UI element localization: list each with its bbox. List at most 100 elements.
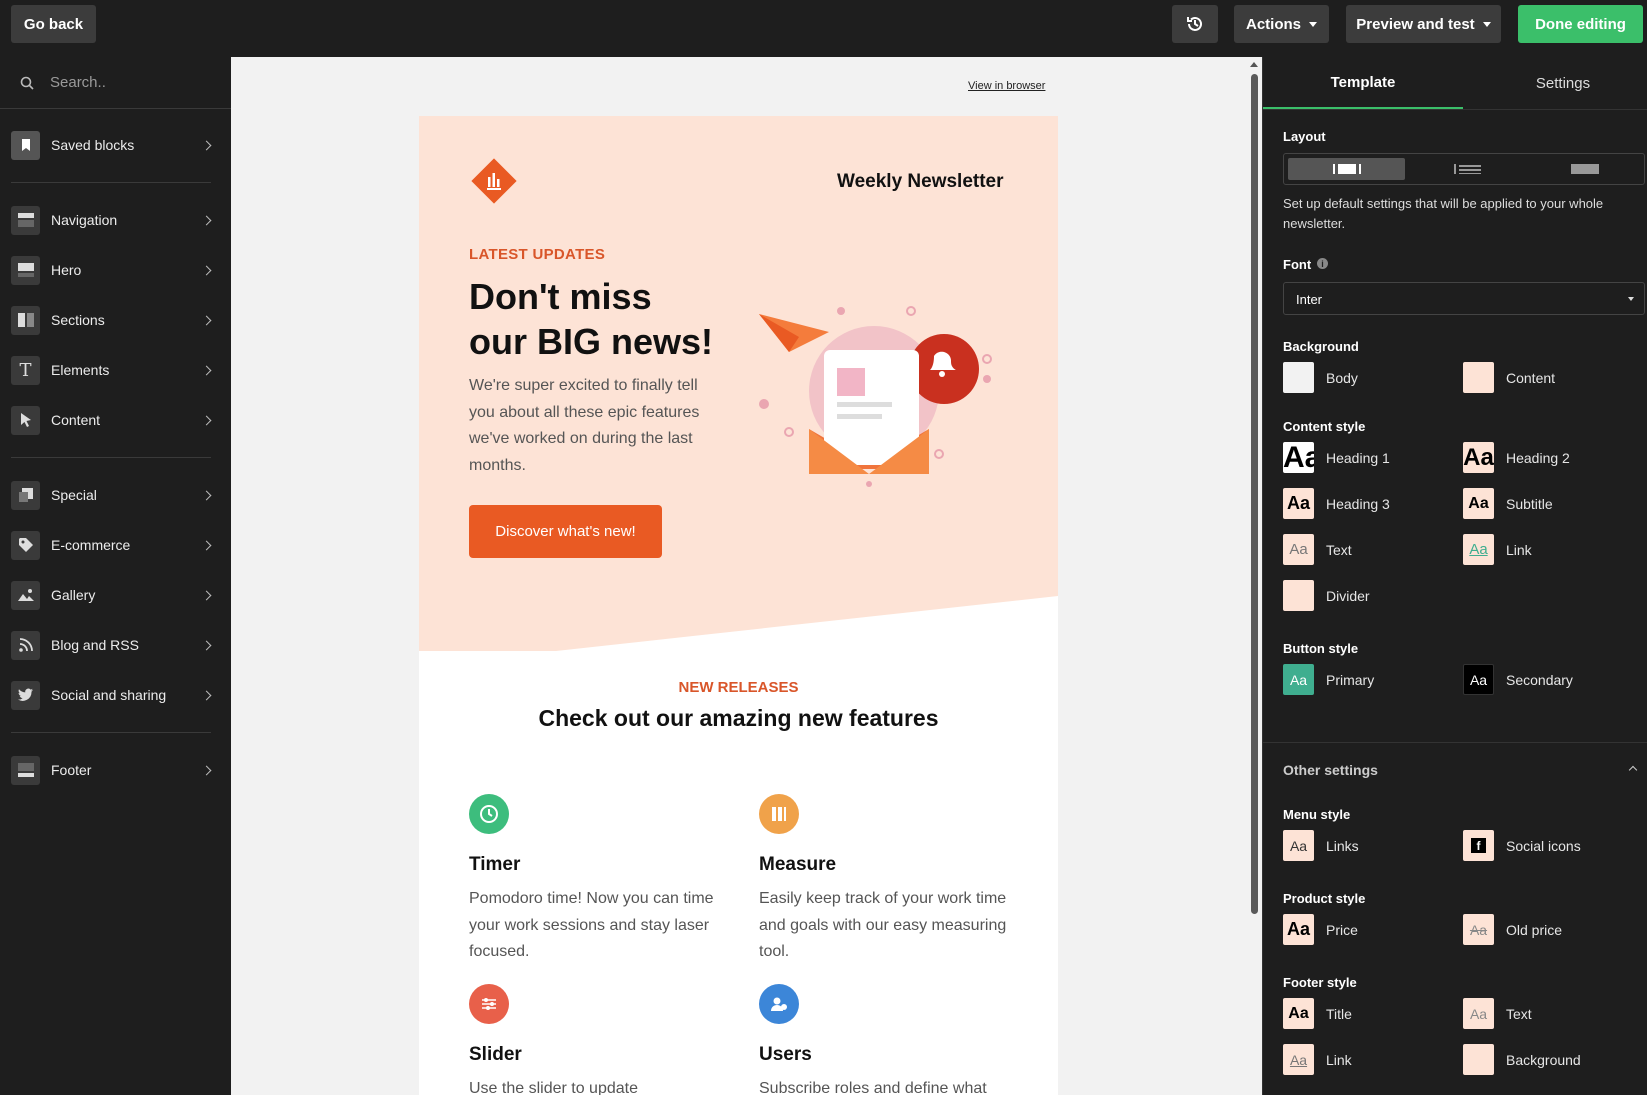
content-swatch[interactable] bbox=[1463, 362, 1494, 393]
other-settings-label: Other settings bbox=[1283, 762, 1378, 778]
sidebar-item-blog-and-rss[interactable]: Blog and RSS bbox=[0, 625, 231, 665]
footer-background-swatch[interactable] bbox=[1463, 1044, 1494, 1075]
twitter-icon bbox=[11, 680, 40, 710]
chevron-right-icon bbox=[201, 215, 212, 225]
layout-option-wide[interactable] bbox=[1409, 158, 1526, 180]
sidebar-item-navigation[interactable]: Navigation bbox=[0, 200, 231, 240]
sidebar-item-special[interactable]: Special bbox=[0, 475, 231, 515]
settings-description: Set up default settings that will be app… bbox=[1283, 196, 1604, 231]
actions-button[interactable]: Actions bbox=[1234, 5, 1329, 43]
hero-icon bbox=[11, 255, 40, 285]
sidebar-item-content[interactable]: Content bbox=[0, 400, 231, 440]
chevron-right-icon bbox=[201, 415, 212, 425]
preview-and-test-button[interactable]: Preview and test bbox=[1346, 5, 1501, 43]
menu-style-label: Menu style bbox=[1283, 807, 1351, 822]
footer-icon bbox=[11, 755, 40, 785]
footer-title-swatch[interactable]: Aa bbox=[1283, 998, 1314, 1029]
product-style-label: Product style bbox=[1283, 891, 1366, 906]
hero-headline: Don't miss our BIG news! bbox=[469, 274, 739, 364]
subtitle-swatch[interactable]: Aa bbox=[1463, 488, 1494, 519]
sidebar-item-e-commerce[interactable]: E-commerce bbox=[0, 525, 231, 565]
hero-section[interactable]: Weekly Newsletter LATEST UPDATES Don't m… bbox=[419, 116, 1058, 666]
tab-template[interactable]: Template bbox=[1263, 57, 1463, 109]
blocks-sidebar: Saved blocks Navigation Hero Sections T … bbox=[0, 57, 231, 1095]
social-icons-label: Social icons bbox=[1506, 838, 1581, 854]
sidebar-item-hero[interactable]: Hero bbox=[0, 250, 231, 290]
facebook-icon: f bbox=[1471, 838, 1486, 853]
other-settings-toggle[interactable]: Other settings bbox=[1263, 752, 1647, 788]
feature-title: Timer bbox=[469, 854, 521, 875]
sidebar-item-label: Elements bbox=[51, 362, 110, 378]
sidebar-item-label: Sections bbox=[51, 312, 105, 328]
rss-icon bbox=[11, 630, 40, 660]
sidebar-item-sections[interactable]: Sections bbox=[0, 300, 231, 340]
go-back-button[interactable]: Go back bbox=[11, 5, 96, 43]
footer-background-label: Background bbox=[1506, 1052, 1581, 1068]
chevron-right-icon bbox=[201, 140, 212, 150]
headline-line-2: our BIG news! bbox=[469, 321, 714, 362]
feature-title: Measure bbox=[759, 854, 837, 875]
secondary-button-swatch[interactable]: Aa bbox=[1463, 664, 1494, 695]
feature-title: Slider bbox=[469, 1044, 522, 1065]
menu-links-swatch[interactable]: Aa bbox=[1283, 830, 1314, 861]
social-icons-swatch[interactable]: f bbox=[1463, 830, 1494, 861]
heading-1-swatch[interactable]: Aa bbox=[1283, 442, 1314, 473]
sidebar-item-label: E-commerce bbox=[51, 537, 131, 553]
tab-settings[interactable]: Settings bbox=[1463, 57, 1647, 109]
layout-full-icon bbox=[1571, 164, 1599, 174]
canvas-scroll-thumb[interactable] bbox=[1251, 74, 1258, 914]
headline-line-1: Don't miss bbox=[469, 276, 652, 317]
chevron-right-icon bbox=[201, 365, 212, 375]
sidebar-item-gallery[interactable]: Gallery bbox=[0, 575, 231, 615]
sidebar-item-label: Content bbox=[51, 412, 101, 428]
background-label: Background bbox=[1283, 339, 1359, 354]
scroll-up-icon[interactable] bbox=[1250, 60, 1258, 68]
discover-button[interactable]: Discover what's new! bbox=[469, 505, 662, 558]
chevron-right-icon bbox=[201, 490, 212, 500]
old-price-label: Old price bbox=[1506, 922, 1563, 938]
email-preview[interactable]: Weekly Newsletter LATEST UPDATES Don't m… bbox=[419, 116, 1058, 1095]
footer-link-label: Link bbox=[1326, 1052, 1352, 1068]
layout-wide-icon bbox=[1454, 164, 1481, 174]
sidebar-item-social-and-sharing[interactable]: Social and sharing bbox=[0, 675, 231, 715]
link-swatch[interactable]: Aa bbox=[1463, 534, 1494, 565]
footer-text-swatch[interactable]: Aa bbox=[1463, 998, 1494, 1029]
body-swatch[interactable] bbox=[1283, 362, 1314, 393]
slider-icon bbox=[469, 984, 509, 1024]
heading-2-swatch[interactable]: Aa bbox=[1463, 442, 1494, 473]
tag-icon bbox=[11, 530, 40, 560]
search-input[interactable] bbox=[50, 74, 220, 91]
sidebar-item-footer[interactable]: Footer bbox=[0, 750, 231, 790]
primary-label: Primary bbox=[1326, 672, 1375, 688]
divider bbox=[11, 182, 211, 183]
secondary-label: Secondary bbox=[1506, 672, 1573, 688]
view-in-browser-link[interactable]: View in browser bbox=[968, 80, 1045, 92]
chevron-right-icon bbox=[201, 765, 212, 775]
hero-eyebrow: LATEST UPDATES bbox=[469, 246, 606, 263]
footer-text-label: Text bbox=[1506, 1006, 1532, 1022]
divider-swatch[interactable] bbox=[1283, 580, 1314, 611]
chevron-right-icon bbox=[201, 265, 212, 275]
sidebar-item-saved-blocks[interactable]: Saved blocks bbox=[0, 125, 231, 165]
footer-link-swatch[interactable]: Aa bbox=[1283, 1044, 1314, 1075]
font-select[interactable]: Inter bbox=[1283, 282, 1645, 315]
heading-3-swatch[interactable]: Aa bbox=[1283, 488, 1314, 519]
layout-option-centered[interactable] bbox=[1288, 158, 1405, 180]
text-swatch[interactable]: Aa bbox=[1283, 534, 1314, 565]
price-swatch[interactable]: Aa bbox=[1283, 914, 1314, 945]
feature-title: Users bbox=[759, 1044, 812, 1065]
old-price-swatch[interactable]: Aa bbox=[1463, 914, 1494, 945]
sidebar-item-label: Social and sharing bbox=[51, 687, 167, 703]
primary-button-swatch[interactable]: Aa bbox=[1283, 664, 1314, 695]
sidebar-item-elements[interactable]: T Elements bbox=[0, 350, 231, 390]
done-editing-button[interactable]: Done editing bbox=[1518, 5, 1643, 43]
info-icon[interactable]: i bbox=[1317, 258, 1328, 269]
history-button[interactable] bbox=[1172, 5, 1218, 43]
font-select-value: Inter bbox=[1296, 292, 1323, 307]
navigation-icon bbox=[11, 205, 40, 235]
hero-slant bbox=[419, 596, 1058, 666]
layout-option-full[interactable] bbox=[1530, 158, 1642, 180]
chevron-up-icon bbox=[1628, 765, 1638, 775]
footer-title-label: Title bbox=[1326, 1006, 1352, 1022]
subtitle-label: Subtitle bbox=[1506, 496, 1553, 512]
